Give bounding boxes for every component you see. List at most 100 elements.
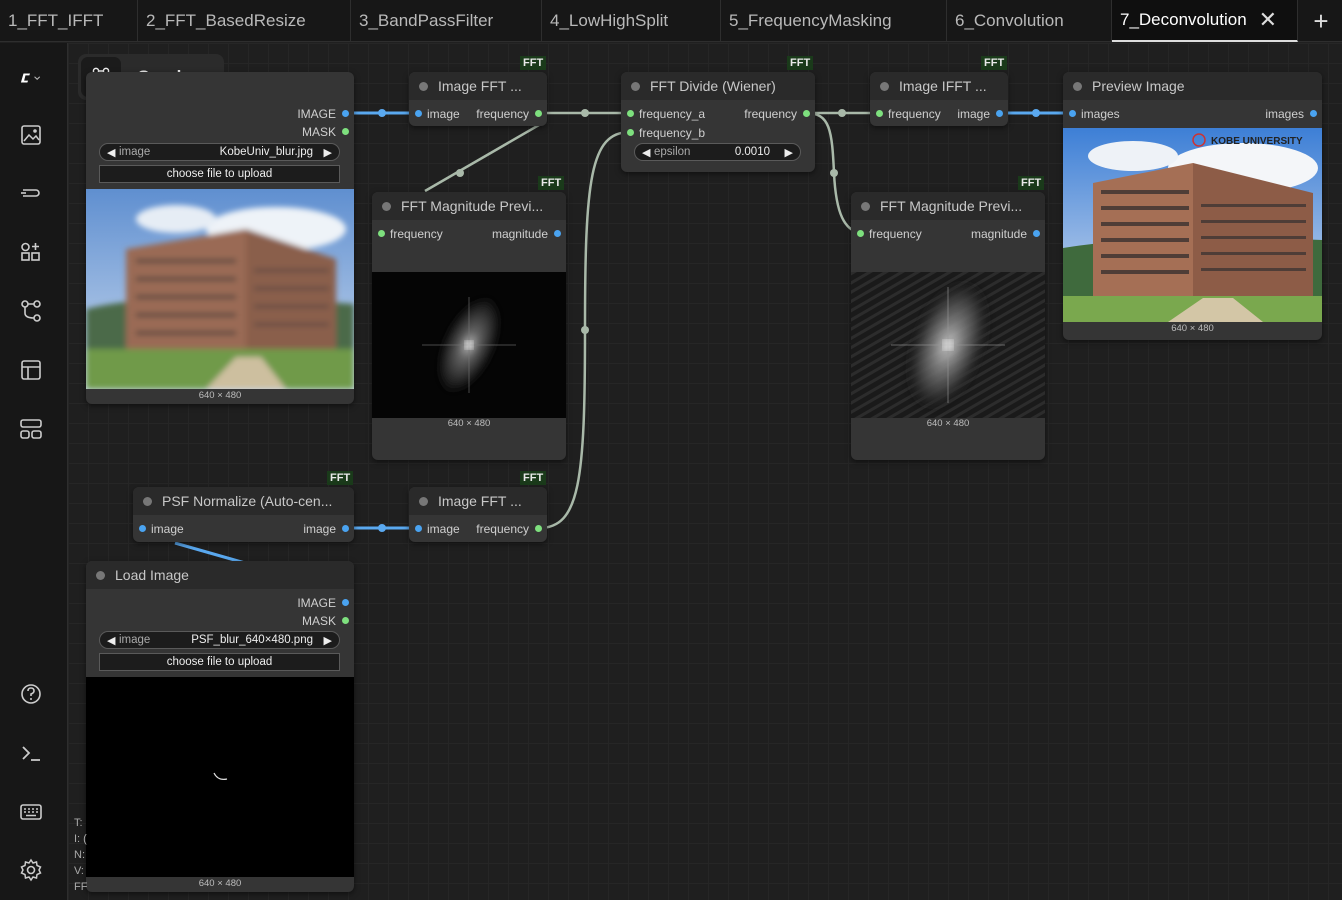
arrow-left-icon[interactable]: ◀ — [107, 634, 115, 647]
input-frequency-b-slot[interactable] — [627, 129, 634, 136]
input-image-label: image — [427, 522, 460, 536]
collapse-dot-icon[interactable] — [419, 496, 428, 506]
node-title-text: FFT Divide (Wiener) — [650, 78, 776, 94]
output-image-slot[interactable] — [342, 110, 349, 117]
epsilon-widget[interactable]: ◀ epsilon 0.0010 ▶ — [634, 143, 801, 161]
output-image-slot[interactable] — [996, 110, 1003, 117]
input-frequency-slot[interactable] — [876, 110, 883, 117]
output-magnitude-label: magnitude — [491, 227, 548, 241]
wire-midpoint[interactable] — [378, 524, 386, 532]
node-title-text: PSF Normalize (Auto-cen... — [162, 493, 333, 509]
output-images-slot[interactable] — [1310, 110, 1317, 117]
input-images-slot[interactable] — [1069, 110, 1076, 117]
image-select-widget[interactable]: ◀ image KobeUniv_blur.jpg ▶ — [99, 143, 340, 161]
node-psf-normalize[interactable]: PSF Normalize (Auto-cen... image image — [133, 487, 354, 542]
image-select-widget[interactable]: ◀ image PSF_blur_640×480.png ▶ — [99, 631, 340, 649]
choose-file-button[interactable]: choose file to upload — [99, 653, 340, 671]
input-image-slot[interactable] — [415, 525, 422, 532]
output-frequency-slot[interactable] — [803, 110, 810, 117]
magnitude-spectrum-image — [372, 272, 566, 418]
input-frequency-a-slot[interactable] — [627, 110, 634, 117]
logo-text: KOBE UNIVERSITY — [1211, 136, 1303, 147]
output-magnitude-slot[interactable] — [554, 230, 561, 237]
node-preview-image[interactable]: Preview Image images images KOBE UNIVERS… — [1063, 72, 1322, 340]
widget-value: PSF_blur_640×480.png — [191, 634, 313, 646]
collapse-dot-icon[interactable] — [96, 570, 105, 580]
node-image-fft-bottom[interactable]: Image FFT ... image frequency — [409, 487, 547, 542]
node-title[interactable]: FFT Divide (Wiener) — [621, 72, 815, 100]
collapse-dot-icon[interactable] — [143, 496, 152, 506]
input-frequency-label: frequency — [888, 107, 941, 121]
node-title-text: Image FFT ... — [438, 78, 522, 94]
output-magnitude-slot[interactable] — [1033, 230, 1040, 237]
output-frequency-label: frequency — [476, 107, 529, 121]
wire-midpoint[interactable] — [378, 109, 386, 117]
choose-file-button[interactable]: choose file to upload — [99, 165, 340, 183]
node-fft-magnitude-preview-left[interactable]: FFT Magnitude Previ... frequency magnitu… — [372, 192, 566, 460]
wire-midpoint[interactable] — [581, 109, 589, 117]
node-title-text: FFT Magnitude Previ... — [401, 198, 544, 214]
collapse-dot-icon[interactable] — [880, 81, 889, 91]
widget-value: 0.0010 — [734, 146, 770, 158]
node-image-fft-top[interactable]: Image FFT ... image frequency — [409, 72, 547, 126]
output-image-slot[interactable] — [342, 599, 349, 606]
input-image-label: image — [151, 522, 184, 536]
node-title[interactable]: Image IFFT ... — [870, 72, 1008, 100]
node-image-ifft[interactable]: Image IFFT ... frequency image — [870, 72, 1008, 126]
node-load-image-top[interactable]: IMAGE MASK ◀ image KobeUniv_blur.jpg ▶ c… — [86, 72, 354, 404]
output-frequency-slot[interactable] — [535, 110, 542, 117]
node-title[interactable]: Image FFT ... — [409, 72, 547, 100]
image-dimensions: 640 × 480 — [198, 390, 242, 401]
node-fft-divide-wiener[interactable]: FFT Divide (Wiener) frequency_a frequenc… — [621, 72, 815, 172]
node-title[interactable]: FFT Magnitude Previ... — [851, 192, 1045, 220]
arrow-left-icon[interactable]: ◀ — [107, 146, 115, 159]
image-dimensions: 640 × 480 — [198, 878, 242, 889]
output-image-label: image — [303, 522, 336, 536]
collapse-dot-icon[interactable] — [631, 81, 640, 91]
status-line: N: — [74, 849, 85, 861]
output-mask-slot[interactable] — [342, 128, 349, 135]
input-frequency-slot[interactable] — [857, 230, 864, 237]
wire-frequency[interactable] — [424, 123, 540, 193]
collapse-dot-icon[interactable] — [419, 81, 428, 91]
output-image-label: IMAGE — [297, 596, 336, 610]
input-image-slot[interactable] — [139, 525, 146, 532]
node-title[interactable]: Preview Image — [1063, 72, 1322, 100]
arrow-right-icon[interactable]: ▶ — [324, 146, 332, 159]
output-image-slot[interactable] — [342, 525, 349, 532]
collapse-dot-icon[interactable] — [382, 201, 391, 211]
output-frequency-slot[interactable] — [535, 525, 542, 532]
wire-midpoint[interactable] — [581, 326, 589, 334]
arrow-left-icon[interactable]: ◀ — [642, 146, 650, 159]
node-title-text: Image FFT ... — [438, 493, 522, 509]
node-title-text: Preview Image — [1092, 78, 1185, 94]
node-fft-magnitude-preview-right[interactable]: FFT Magnitude Previ... frequency magnitu… — [851, 192, 1045, 460]
input-image-slot[interactable] — [415, 110, 422, 117]
arrow-right-icon[interactable]: ▶ — [324, 634, 332, 647]
node-title[interactable]: Load Image — [86, 561, 354, 589]
fft-badge: FFT — [327, 471, 354, 485]
wire-midpoint[interactable] — [838, 109, 846, 117]
output-image-label: IMAGE — [297, 107, 336, 121]
fft-badge: FFT — [520, 56, 547, 70]
output-frequency-label: frequency — [476, 522, 529, 536]
arrow-right-icon[interactable]: ▶ — [785, 146, 793, 159]
wire-midpoint[interactable] — [456, 169, 464, 177]
wire-midpoint[interactable] — [830, 169, 838, 177]
node-title[interactable]: FFT Magnitude Previ... — [372, 192, 566, 220]
input-frequency-label: frequency — [869, 227, 922, 241]
widget-value: KobeUniv_blur.jpg — [219, 146, 313, 158]
output-mask-slot[interactable] — [342, 617, 349, 624]
node-title-text: FFT Magnitude Previ... — [880, 198, 1023, 214]
node-load-image-bottom[interactable]: Load Image IMAGE MASK ◀ image PSF_blur_6… — [86, 561, 354, 892]
wire-midpoint[interactable] — [1032, 109, 1040, 117]
node-title[interactable]: Image FFT ... — [409, 487, 547, 515]
node-title[interactable]: PSF Normalize (Auto-cen... — [133, 487, 354, 515]
input-frequency-slot[interactable] — [378, 230, 385, 237]
wire-image[interactable] — [174, 541, 246, 565]
deconvolved-preview-image: KOBE UNIVERSITY — [1063, 128, 1322, 322]
node-title[interactable] — [86, 72, 354, 100]
collapse-dot-icon[interactable] — [1073, 81, 1082, 91]
collapse-dot-icon[interactable] — [861, 201, 870, 211]
fft-badge: FFT — [1018, 176, 1045, 190]
